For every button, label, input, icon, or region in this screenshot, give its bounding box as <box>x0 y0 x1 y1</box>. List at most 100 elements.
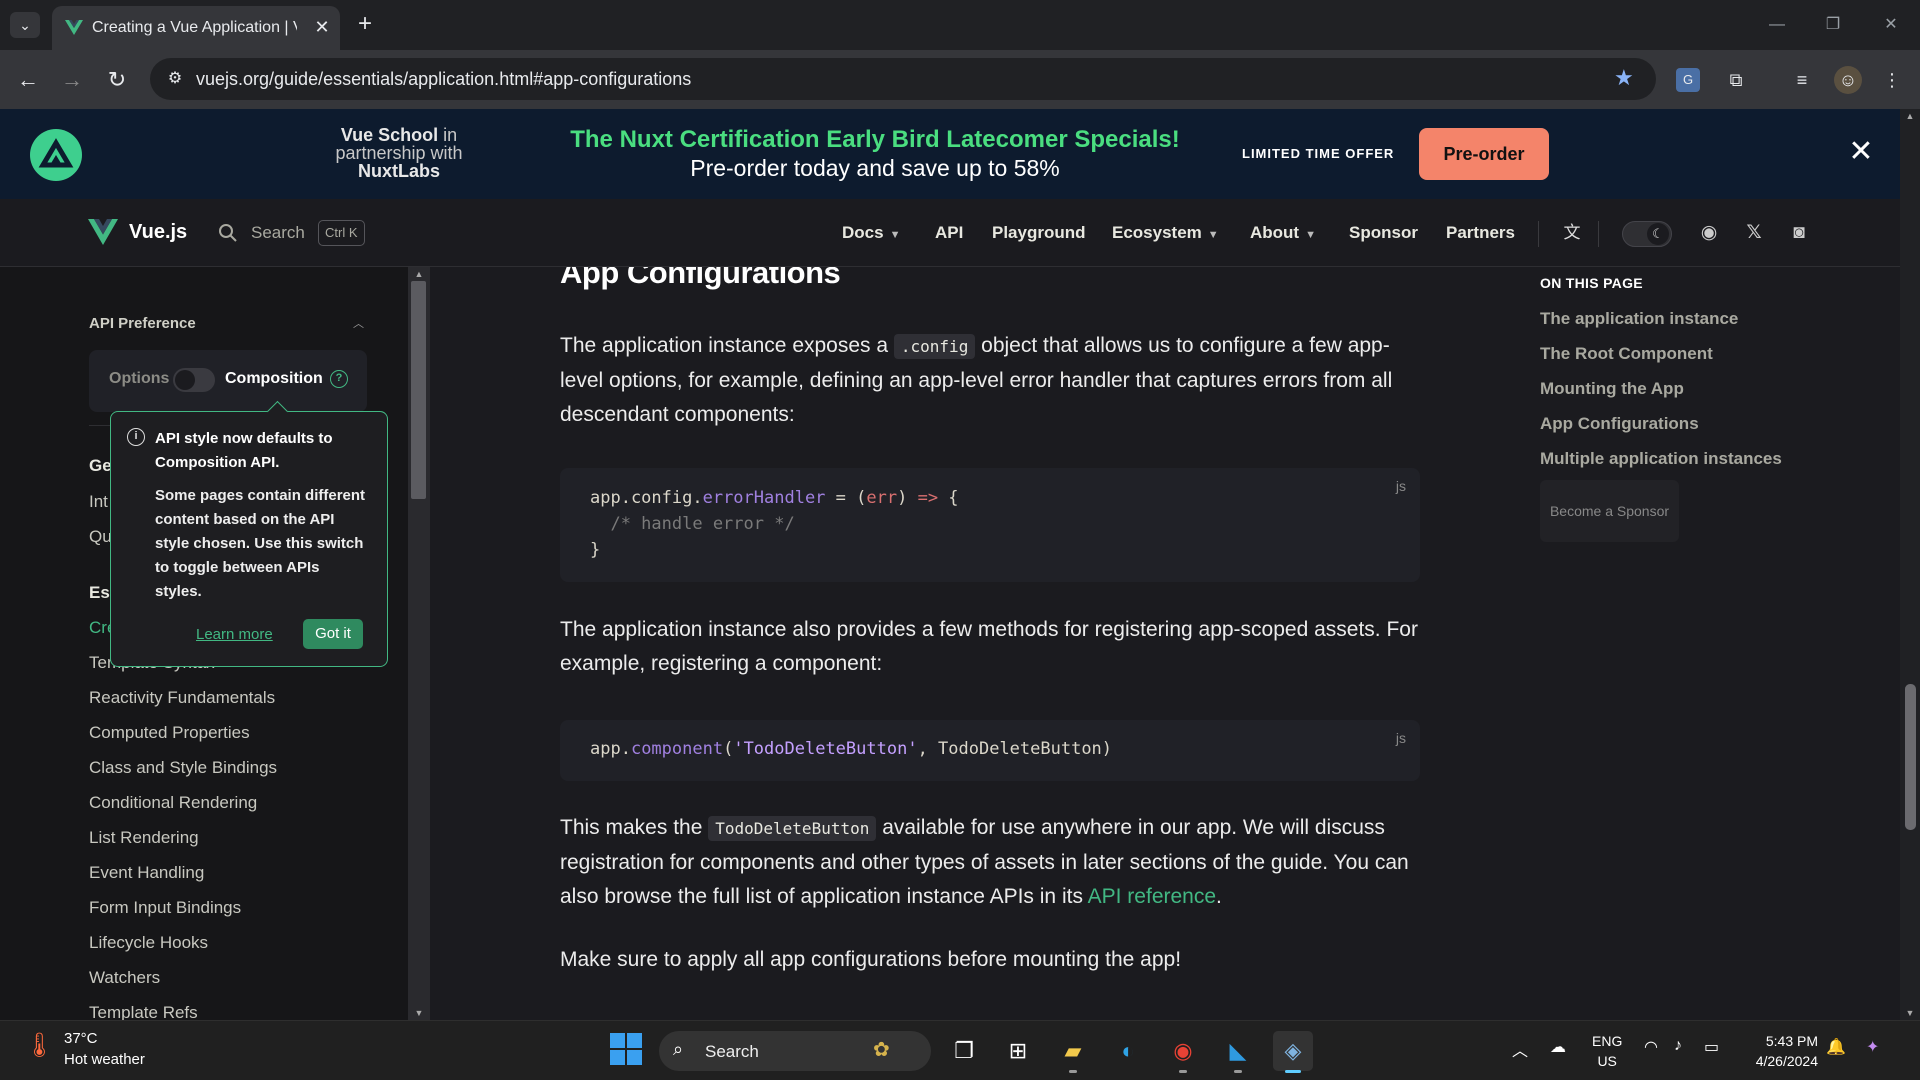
browser-toolbar: ← → ↻ ⚙ vuejs.org/guide/essentials/appli… <box>0 50 1920 109</box>
translate-extension-icon[interactable]: G <box>1676 68 1700 92</box>
file-explorer-icon[interactable]: ▰ <box>1053 1031 1093 1073</box>
nav-ecosystem[interactable]: Ecosystem ▼ <box>1112 223 1219 243</box>
menu-kebab-icon[interactable]: ⋮ <box>1878 66 1906 94</box>
media-control-icon[interactable]: ≡ <box>1788 66 1816 94</box>
scroll-up-icon[interactable]: ▲ <box>408 267 430 281</box>
edge-icon[interactable]: ◐ <box>1108 1031 1148 1071</box>
toc-link[interactable]: Mounting the App <box>1540 379 1684 399</box>
sidebar-item[interactable]: Computed Properties <box>89 723 250 743</box>
input-language[interactable]: ENG US <box>1592 1031 1622 1071</box>
sidebar-item[interactable]: Event Handling <box>89 863 204 883</box>
nav-docs[interactable]: Docs ▼ <box>842 223 900 243</box>
site-info-icon[interactable]: ⚙ <box>164 68 186 90</box>
forward-icon[interactable]: → <box>58 66 86 94</box>
sidebar-item[interactable]: List Rendering <box>89 828 199 848</box>
code-block: js app.config.errorHandler = (err) => { … <box>560 468 1420 582</box>
toc-link-active[interactable]: App Configurations <box>1540 414 1699 434</box>
microsoft-store-icon[interactable]: ⊞ <box>998 1031 1038 1071</box>
nav-sponsor[interactable]: Sponsor <box>1349 223 1418 243</box>
page-scrollbar[interactable]: ▲ ▼ <box>1900 109 1920 1020</box>
sidebar-item[interactable]: Lifecycle Hooks <box>89 933 208 953</box>
wifi-icon[interactable]: ◠ <box>1644 1037 1658 1057</box>
weather-temperature[interactable]: 37°C <box>64 1030 98 1047</box>
nav-divider <box>1598 221 1599 247</box>
task-view-icon[interactable]: ❐ <box>944 1031 984 1071</box>
minimize-icon[interactable]: — <box>1762 14 1792 36</box>
reload-icon[interactable]: ↻ <box>103 66 131 94</box>
toc-link[interactable]: Multiple application instances <box>1540 449 1782 469</box>
x-twitter-icon[interactable]: 𝕏 <box>1741 220 1767 246</box>
restore-icon[interactable]: ❐ <box>1818 14 1848 36</box>
new-tab-button[interactable]: + <box>352 12 378 38</box>
url-text[interactable]: vuejs.org/guide/essentials/application.h… <box>196 69 691 90</box>
search-icon[interactable] <box>218 223 238 243</box>
battery-icon[interactable]: ▭ <box>1704 1037 1719 1057</box>
close-window-icon[interactable]: ✕ <box>1876 14 1906 36</box>
windows-start-icon[interactable] <box>610 1033 642 1065</box>
site-brand[interactable]: Vue.js <box>129 221 187 244</box>
nav-about[interactable]: About ▼ <box>1250 223 1316 243</box>
taskbar-search[interactable]: ⌕ Search ✿ <box>659 1031 931 1071</box>
become-sponsor-button[interactable]: Become a Sponsor <box>1540 480 1679 542</box>
python-app-icon[interactable]: ◈ <box>1273 1031 1313 1073</box>
api-reference-link[interactable]: API reference <box>1088 885 1216 908</box>
nav-partners[interactable]: Partners <box>1446 223 1515 243</box>
chevron-up-icon[interactable]: ︿ <box>353 315 364 331</box>
scrollbar-thumb[interactable] <box>411 281 426 499</box>
sidebar-item[interactable]: Template Refs <box>89 1003 198 1020</box>
scroll-down-icon[interactable]: ▼ <box>1900 1006 1920 1020</box>
sidebar-item-introduction[interactable]: Int <box>89 492 108 512</box>
options-api-label[interactable]: Options <box>109 370 169 388</box>
bookmark-star-icon[interactable]: ★ <box>1614 66 1638 90</box>
scroll-down-icon[interactable]: ▼ <box>408 1006 430 1020</box>
profile-avatar[interactable]: ☺ <box>1834 66 1862 94</box>
notification-bell-icon[interactable]: 🔔 <box>1826 1037 1846 1057</box>
sidebar-item-quick-start[interactable]: Qu <box>89 527 112 547</box>
scrollbar-thumb[interactable] <box>1905 684 1916 830</box>
api-style-toggle[interactable] <box>173 368 215 392</box>
close-banner-icon[interactable]: ✕ <box>1846 137 1876 167</box>
toc-link[interactable]: The Root Component <box>1540 344 1713 364</box>
copilot-icon[interactable]: ✦ <box>1866 1037 1879 1057</box>
browser-tab[interactable]: Creating a Vue Application | Vue.js ✕ <box>52 6 340 50</box>
vscode-icon[interactable]: ◣ <box>1218 1031 1258 1073</box>
vue-logo-icon[interactable] <box>88 219 118 245</box>
weather-description[interactable]: Hot weather <box>64 1051 145 1068</box>
thermometer-icon[interactable]: 🌡 <box>24 1031 54 1067</box>
sidebar-item[interactable]: Class and Style Bindings <box>89 758 277 778</box>
close-tab-icon[interactable]: ✕ <box>310 15 334 39</box>
tab-search-button[interactable]: ⌄ <box>10 12 40 38</box>
nav-playground[interactable]: Playground <box>992 223 1086 243</box>
code-language-label: js <box>1395 730 1406 746</box>
show-hidden-icons-icon[interactable]: ︿ <box>1512 1037 1528 1061</box>
search-button[interactable]: Search <box>251 223 305 243</box>
composition-api-label[interactable]: Composition <box>225 370 323 388</box>
got-it-button[interactable]: Got it <box>303 619 363 649</box>
preorder-button[interactable]: Pre-order <box>1419 128 1549 180</box>
toc-link[interactable]: The application instance <box>1540 309 1738 329</box>
help-icon[interactable]: ? <box>330 370 348 388</box>
sidebar-item[interactable]: Watchers <box>89 968 160 988</box>
learn-more-link[interactable]: Learn more <box>196 626 273 643</box>
chrome-icon[interactable]: ◉ <box>1163 1031 1203 1073</box>
paragraph: The application instance exposes a .conf… <box>560 334 1393 426</box>
extensions-icon[interactable]: ⧉ <box>1722 66 1750 94</box>
system-clock[interactable]: 5:43 PM 4/26/2024 <box>1744 1031 1818 1071</box>
sidebar-item[interactable]: Reactivity Fundamentals <box>89 688 275 708</box>
discord-icon[interactable]: ◙ <box>1786 220 1812 246</box>
scroll-up-icon[interactable]: ▲ <box>1900 109 1920 123</box>
volume-icon[interactable]: ♪ <box>1674 1037 1682 1055</box>
paragraph: Make sure to apply all app configuration… <box>560 948 1182 971</box>
back-icon[interactable]: ← <box>14 66 42 94</box>
api-preference-title[interactable]: API Preference <box>89 315 196 332</box>
dark-mode-toggle[interactable]: ☾ <box>1622 221 1672 247</box>
address-bar[interactable]: ⚙ vuejs.org/guide/essentials/application… <box>150 58 1656 100</box>
onedrive-icon[interactable]: ☁ <box>1550 1037 1566 1057</box>
sidebar-scrollbar[interactable]: ▲ ▼ <box>408 267 430 1020</box>
language-icon[interactable]: 文 <box>1560 221 1584 245</box>
sidebar-item[interactable]: Form Input Bindings <box>89 898 241 918</box>
sidebar-item[interactable]: Conditional Rendering <box>89 793 257 813</box>
nav-api[interactable]: API <box>935 223 963 243</box>
chevron-down-icon: ▼ <box>1305 229 1316 241</box>
github-icon[interactable]: ◉ <box>1696 220 1722 246</box>
